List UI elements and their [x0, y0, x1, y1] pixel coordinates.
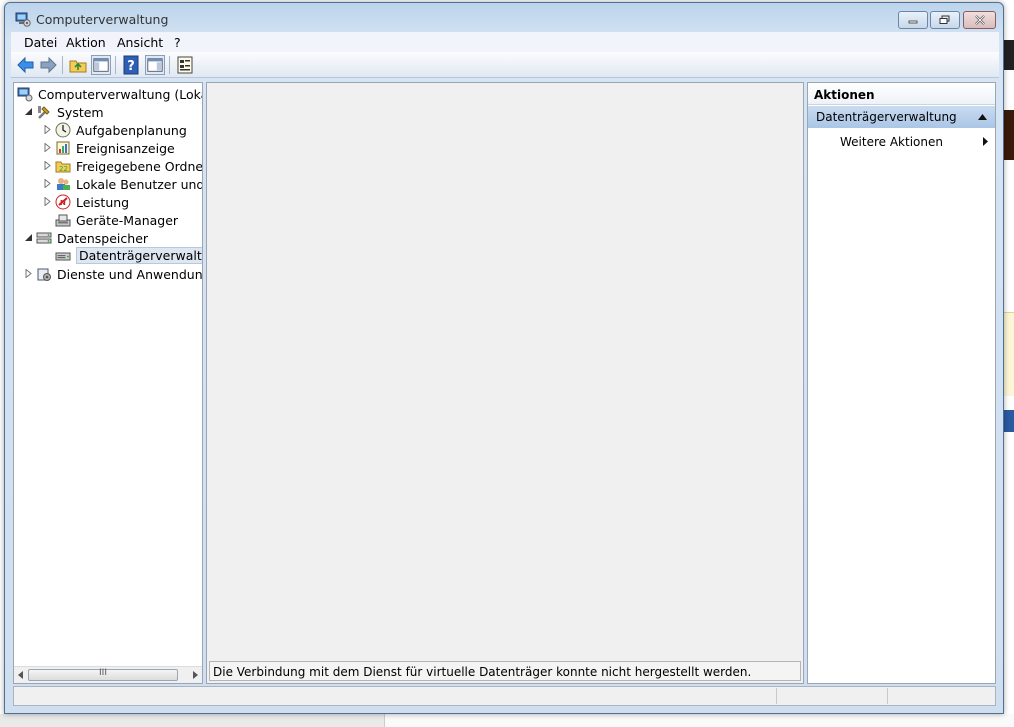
tree-item[interactable]: Lokale Benutzer und Gruppen [14, 175, 203, 193]
tree-item-label: Dienste und Anwendungen [57, 267, 203, 282]
tree-item[interactable]: Dienste und Anwendungen [14, 265, 203, 283]
background-window-fragment [1004, 312, 1014, 396]
users-icon [57, 178, 70, 190]
connection-error-message: Die Verbindung mit dem Dienst für virtue… [213, 665, 752, 679]
menu-aktion[interactable]: Aktion [66, 35, 106, 50]
tree-item[interactable]: Aufgabenplanung [14, 121, 202, 139]
more-actions-label: Weitere Aktionen [840, 135, 943, 149]
tree-item[interactable]: Ereignisanzeige [14, 139, 202, 157]
collapse-arrow-icon[interactable] [24, 233, 33, 242]
tree-item[interactable]: 22 Freigegebene Ordner [14, 157, 203, 175]
background-window-fragment [384, 714, 1014, 727]
close-button[interactable] [963, 11, 996, 29]
result-pane: Die Verbindung mit dem Dienst für virtue… [206, 82, 804, 684]
tree-item-label: Lokale Benutzer und Gruppen [76, 177, 203, 192]
status-bar-divider [776, 688, 777, 704]
tree-item-label: Leistung [76, 195, 130, 210]
tree-item[interactable]: Datenspeicher [14, 229, 202, 247]
expand-arrow-icon[interactable] [43, 143, 52, 152]
tree-item-label: Ereignisanzeige [76, 141, 175, 156]
background-window-fragment [1004, 410, 1014, 432]
svg-text:22: 22 [59, 165, 68, 173]
tree-item-label: Datenträgerverwaltung [76, 247, 202, 264]
expand-arrow-icon[interactable] [43, 179, 52, 188]
scrollbar-thumb[interactable]: III [28, 668, 178, 681]
tree-item[interactable]: System [14, 103, 202, 121]
clock-icon [55, 122, 71, 138]
tree-item-label: Geräte-Manager [76, 213, 179, 228]
actions-section-disk-management[interactable]: Datenträgerverwaltung [808, 106, 995, 128]
svg-text:N: N [60, 199, 66, 207]
background-window-fragment [1004, 40, 1014, 70]
tree-horizontal-scrollbar[interactable]: III [14, 666, 202, 683]
show-hide-console-tree-icon[interactable] [91, 55, 111, 75]
actions-pane: Aktionen Datenträgerverwaltung Weitere A… [807, 82, 996, 684]
forward-icon[interactable] [38, 55, 58, 75]
minimize-button[interactable] [898, 11, 928, 29]
storage-icon [36, 232, 52, 244]
back-icon[interactable] [16, 55, 36, 75]
tree-item[interactable]: N Leistung [14, 193, 202, 211]
menu-bar: Datei Aktion Ansicht ? [11, 32, 999, 52]
restore-icon [939, 15, 950, 24]
tree-item-label: Computerverwaltung (Lokal) [38, 87, 203, 102]
shared-folder-icon: 22 [55, 161, 71, 173]
expand-arrow-icon[interactable] [43, 161, 52, 170]
menu-datei[interactable]: Datei [24, 35, 57, 50]
connection-status-bar: Die Verbindung mit dem Dienst für virtue… [209, 661, 801, 681]
close-icon [974, 15, 985, 25]
show-hide-action-pane-icon[interactable] [145, 55, 165, 75]
tree-item-label: System [57, 105, 104, 120]
scroll-right-icon[interactable] [192, 671, 198, 679]
tree-item[interactable]: Computerverwaltung (Lokal) [14, 85, 203, 103]
actions-header: Aktionen [808, 83, 995, 105]
background-window-fragment [1004, 110, 1014, 160]
actions-section-label: Datenträgerverwaltung [816, 110, 957, 124]
collapse-arrow-icon[interactable] [24, 107, 33, 116]
svg-text:?: ? [127, 59, 135, 74]
toolbar-separator [169, 56, 170, 74]
expand-arrow-icon[interactable] [43, 197, 52, 206]
console-tree: Computerverwaltung (Lokal) System Aufgaben… [13, 82, 203, 684]
collapse-up-icon[interactable] [978, 114, 987, 120]
restore-button[interactable] [930, 11, 960, 29]
background-window-fragment [0, 714, 384, 727]
scroll-left-icon[interactable] [18, 671, 24, 679]
minimize-icon [908, 20, 918, 24]
computer-management-icon [17, 87, 33, 102]
status-bar [13, 686, 996, 706]
tree-item-label: Datenspeicher [57, 231, 149, 246]
services-icon [37, 268, 51, 281]
submenu-arrow-icon [983, 137, 988, 146]
up-folder-icon[interactable] [68, 55, 88, 75]
system-tools-icon [38, 106, 50, 119]
help-icon[interactable]: ? [121, 55, 141, 75]
toolbar-separator [62, 56, 63, 74]
tree-item-label: Aufgabenplanung [76, 123, 187, 138]
menu-help[interactable]: ? [174, 35, 181, 50]
scrollbar-grip: III [99, 668, 107, 678]
more-actions-item[interactable]: Weitere Aktionen [808, 131, 995, 151]
menu-ansicht[interactable]: Ansicht [117, 35, 163, 50]
expand-arrow-icon[interactable] [43, 125, 52, 134]
device-manager-icon [55, 214, 71, 227]
tree-item[interactable]: Geräte-Manager [14, 211, 202, 229]
status-bar-divider [887, 688, 888, 704]
properties-icon[interactable] [175, 55, 195, 75]
toolbar: ? [11, 52, 999, 78]
toolbar-separator [115, 56, 116, 74]
computer-management-icon [15, 12, 31, 27]
window-title: Computerverwaltung [36, 12, 169, 27]
event-viewer-icon [56, 141, 70, 155]
performance-icon: N [55, 194, 71, 210]
tree-item[interactable]: Datenträgerverwaltung [14, 247, 202, 265]
title-bar[interactable]: Computerverwaltung [5, 3, 1003, 33]
disk-management-icon [55, 252, 71, 261]
expand-arrow-icon[interactable] [24, 269, 33, 278]
tree-item-label: Freigegebene Ordner [76, 159, 203, 174]
actions-header-label: Aktionen [814, 88, 875, 102]
